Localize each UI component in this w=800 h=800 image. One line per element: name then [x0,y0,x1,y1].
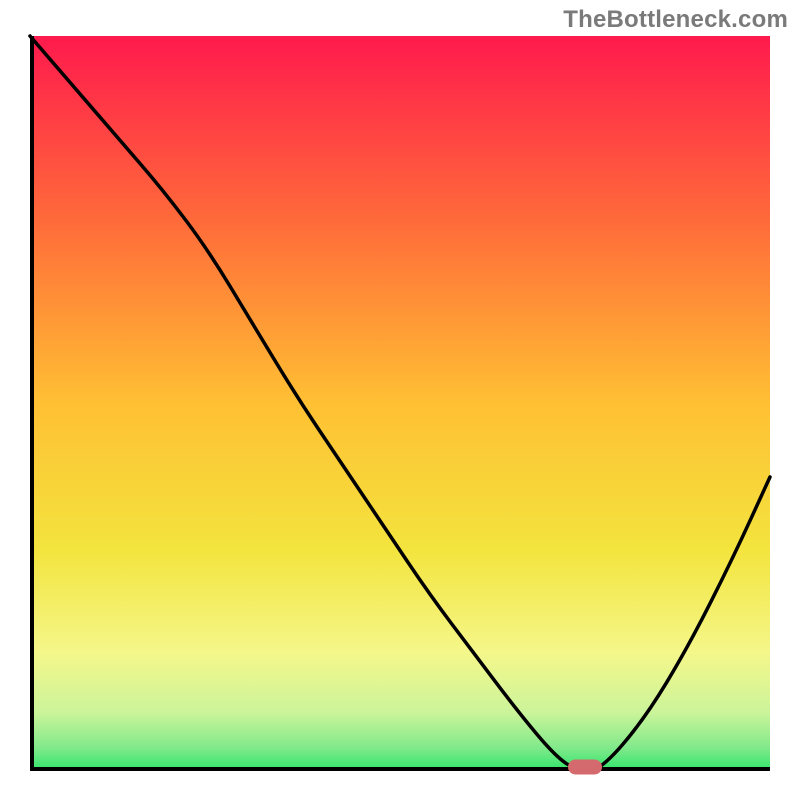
bottleneck-curve [30,36,770,771]
x-axis [30,767,770,771]
y-axis [30,36,34,771]
minimum-marker [568,760,602,775]
watermark-text: TheBottleneck.com [563,6,788,34]
chart-frame: TheBottleneck.com [0,0,800,800]
